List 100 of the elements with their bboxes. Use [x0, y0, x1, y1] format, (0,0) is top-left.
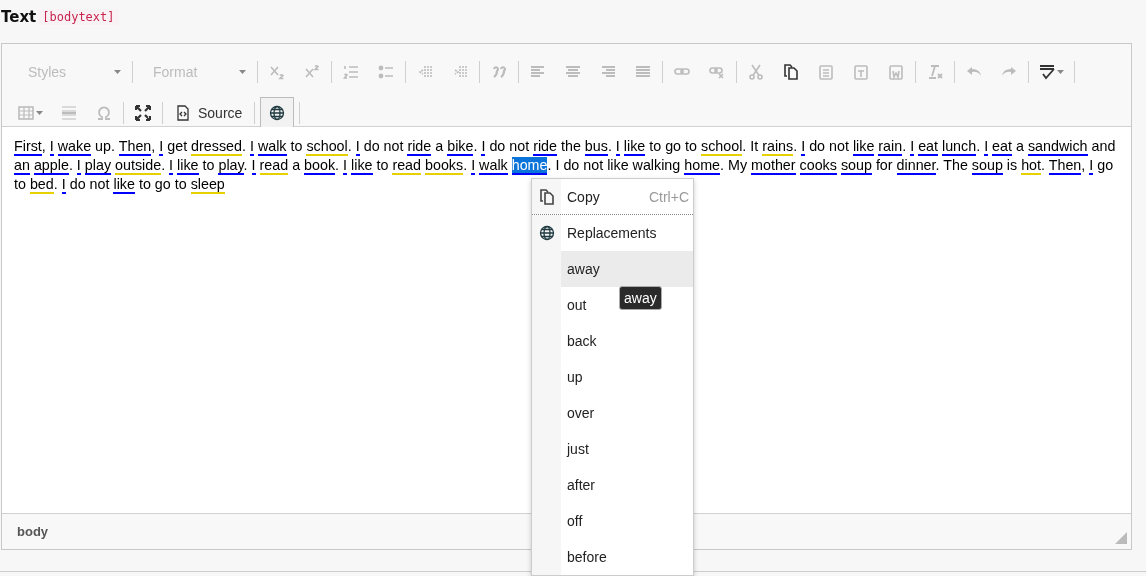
body-text: get — [167, 138, 188, 154]
quote-icon — [491, 64, 507, 80]
subscript-icon — [269, 64, 285, 80]
body-text: . — [241, 138, 246, 154]
body-text: The — [943, 157, 968, 173]
menu-item[interactable]: off — [532, 503, 693, 539]
body-text: . — [902, 138, 907, 154]
caret-icon — [36, 111, 43, 115]
align-right-icon — [600, 64, 616, 80]
marked-word: I — [910, 138, 915, 156]
body-text: to — [14, 176, 26, 192]
marked-word: walk — [479, 157, 508, 175]
marked-word: read — [259, 157, 289, 175]
marked-word: I — [615, 138, 620, 156]
resize-grip-icon[interactable] — [1115, 532, 1127, 544]
align-center-icon — [565, 64, 581, 80]
indent-icon — [452, 64, 468, 80]
marked-word: like — [177, 157, 199, 175]
selected-word: home — [511, 157, 548, 175]
body-text: . — [68, 157, 73, 173]
source-button[interactable]: Source — [168, 98, 250, 128]
paste-icon — [818, 64, 834, 80]
marked-word: I — [49, 138, 54, 156]
marked-word: mother — [751, 157, 796, 175]
body-text: go — [1097, 157, 1114, 173]
body-text: . — [347, 138, 352, 154]
marked-word: home — [684, 157, 721, 175]
field-key: [bodytext] — [38, 9, 119, 25]
unlink-icon — [709, 64, 725, 80]
marked-word: like — [113, 176, 135, 194]
horizontal-rule-icon — [61, 105, 77, 121]
tooltip: away — [619, 286, 662, 310]
body-text: to — [202, 157, 215, 173]
menu-item[interactable]: Copy Ctrl+C — [532, 179, 693, 215]
marked-word: First — [14, 138, 42, 156]
marked-word: I — [355, 138, 360, 156]
menu-item[interactable]: away — [532, 251, 693, 287]
body-text: a — [1015, 138, 1024, 154]
marked-word: sandwich — [1027, 138, 1088, 156]
menu-item[interactable]: up — [532, 359, 693, 395]
caret-icon — [1057, 70, 1064, 74]
paste-text-icon — [853, 64, 869, 80]
marked-word: ride — [407, 138, 432, 156]
marked-word: I — [801, 138, 806, 156]
body-text: the — [560, 138, 581, 154]
body-text: . — [793, 138, 798, 154]
body-text: . — [463, 157, 468, 173]
menu-item[interactable]: after — [532, 467, 693, 503]
body-text: . — [720, 157, 724, 173]
marked-word: wake — [57, 138, 92, 156]
marked-word: like — [351, 157, 373, 175]
marked-word: bus — [584, 138, 608, 156]
marked-word: bed — [29, 176, 54, 194]
marked-word: bike — [447, 138, 474, 156]
toolbar-button[interactable] — [260, 97, 295, 129]
marked-word: play — [84, 157, 112, 175]
marked-word: dinner — [896, 157, 936, 175]
body-text: do — [563, 157, 580, 173]
body-text: to — [685, 138, 697, 154]
superscript-icon — [304, 64, 320, 80]
body-text: It — [750, 138, 759, 154]
menu-item[interactable]: Replacements — [532, 215, 693, 251]
marked-word: walk — [257, 138, 287, 156]
body-text: . — [935, 157, 940, 173]
body-text: to — [376, 157, 389, 173]
omega-icon — [96, 105, 112, 121]
scissors-icon — [748, 64, 764, 80]
source-icon — [175, 105, 191, 121]
outdent-icon — [417, 64, 433, 80]
body-text: . — [976, 138, 981, 154]
menu-item[interactable]: over — [532, 395, 693, 431]
menu-item[interactable]: before — [532, 539, 693, 575]
marked-word: play — [218, 157, 244, 175]
marked-word: I — [984, 138, 989, 156]
menu-item[interactable]: just — [532, 431, 693, 467]
numbered-list-icon — [343, 64, 359, 80]
marked-word: I — [76, 157, 81, 175]
marked-word: like — [852, 138, 875, 156]
body-text: . — [547, 157, 552, 173]
body-text: , — [151, 138, 156, 154]
marked-word: sleep — [190, 176, 225, 194]
marked-word: I — [169, 157, 174, 175]
body-text: to — [649, 138, 662, 154]
marked-word: cooks — [799, 157, 837, 175]
body-text: . — [335, 157, 340, 173]
body-text: like — [607, 157, 629, 173]
element-path[interactable]: body — [17, 524, 49, 539]
globe-icon — [269, 105, 286, 121]
body-text: to — [290, 138, 303, 154]
body-text: is — [1006, 157, 1018, 173]
body-text: do — [69, 176, 86, 192]
align-left-icon — [530, 64, 546, 80]
body-text: do — [489, 138, 506, 154]
menu-item[interactable]: back — [532, 323, 693, 359]
marked-word: like — [623, 138, 646, 156]
body-text: My — [728, 157, 748, 173]
body-text: for — [875, 157, 893, 173]
marked-word: eat — [992, 138, 1012, 156]
marked-word: school — [306, 138, 348, 156]
marked-word: I — [343, 157, 348, 175]
